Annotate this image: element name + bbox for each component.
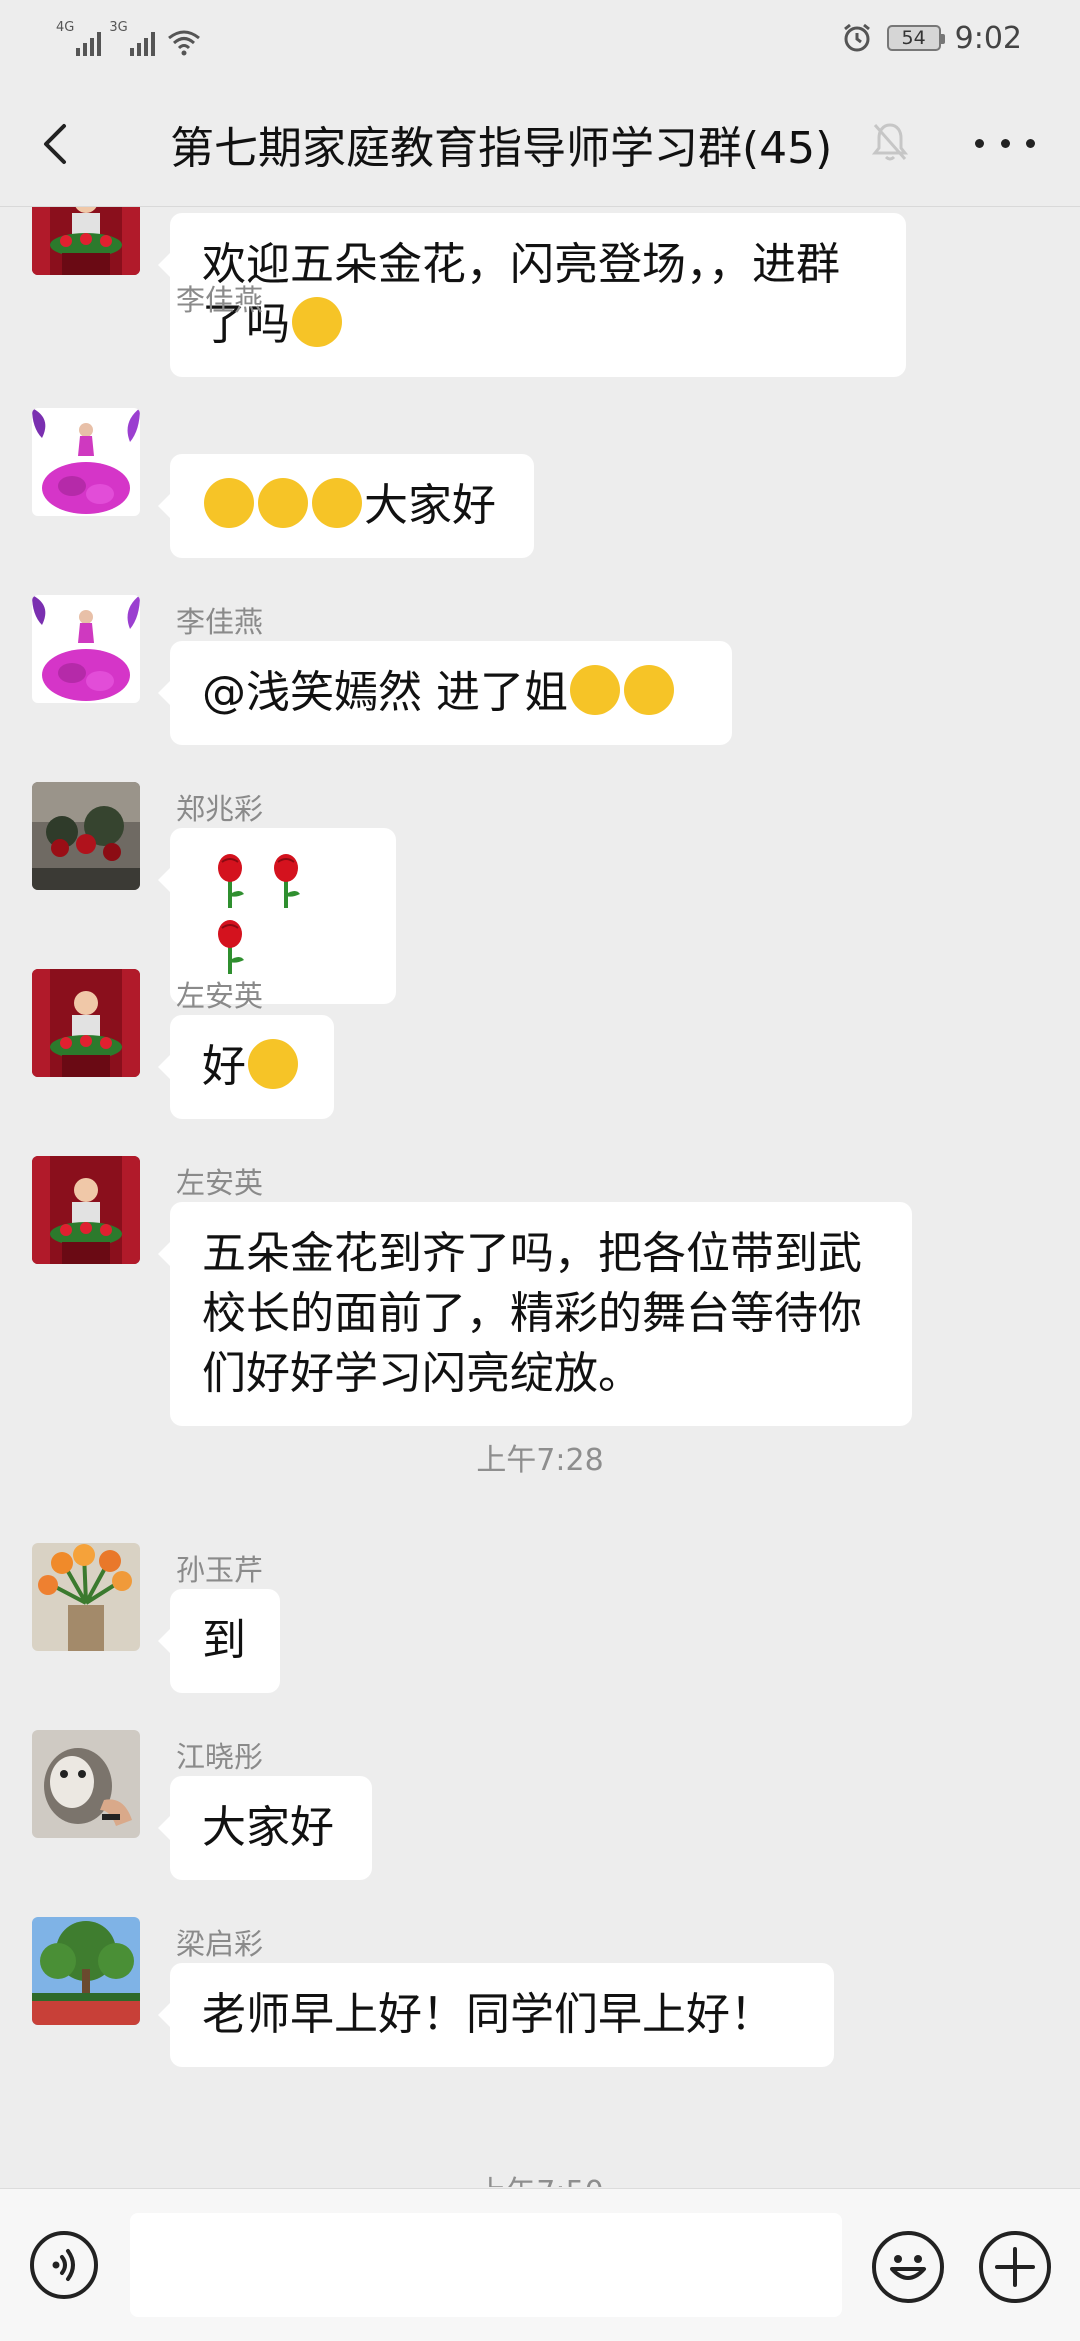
message-text: 大家好 [202, 1802, 334, 1853]
avatar[interactable] [32, 1730, 140, 1838]
message-text: @浅笑嫣然 进了姐 [202, 667, 568, 718]
rose-emoji-icon [218, 920, 244, 974]
message-text: 五朵金花到齐了吗，把各位带到武校长的面前了，精彩的舞台等待你们好好学习闪亮绽放。 [202, 1228, 862, 1399]
message-bubble[interactable]: 到 [158, 1589, 280, 1693]
avatar-image [32, 1917, 140, 2025]
hug-emoji-icon [258, 478, 308, 528]
signal-3g: 3G [109, 20, 155, 56]
avatar-image [32, 1156, 140, 1264]
hug-emoji-icon [204, 478, 254, 528]
rose-emoji-icon [218, 854, 244, 908]
voice-icon [52, 2249, 75, 2281]
message-text: 老师早上好！同学们早上好！ [202, 1989, 774, 2040]
signal-bars-icon [76, 32, 102, 56]
signal-4g: 4G [56, 20, 102, 56]
avatar-image [32, 408, 140, 516]
sender-name: 江晓彤 [176, 1740, 264, 1774]
chat-title: 第七期家庭教育指导师学习群(45) [170, 123, 833, 174]
signal-bars-icon [129, 32, 155, 56]
message-list[interactable]: 欢迎五朵金花，闪亮登场，，进群了吗 李佳燕 大家好 李佳燕 @浅笑嫣然 进了姐 … [0, 207, 1080, 2187]
message-bubble[interactable]: 好 [158, 1015, 334, 1119]
dot-icon [1000, 138, 1010, 148]
message-bubble[interactable]: 大家好 [158, 454, 534, 558]
smile-emoji-icon [570, 665, 620, 715]
message-text: 到 [202, 1615, 246, 1666]
smiley-icon [890, 2255, 926, 2280]
back-button[interactable] [30, 114, 80, 174]
chat-header: 第七期家庭教育指导师学习群(45) [0, 76, 1080, 207]
timestamp: 上午7:50 [0, 2167, 1080, 2187]
emoji-button[interactable] [872, 2231, 944, 2303]
timestamp: 上午7:28 [476, 1443, 604, 1478]
message-bubble[interactable]: 大家好 [158, 1776, 372, 1880]
sender-name: 孙玉芹 [176, 1553, 264, 1587]
avatar[interactable] [32, 408, 140, 516]
dot-icon [1026, 138, 1035, 148]
avatar[interactable] [32, 782, 140, 890]
smile-emoji-icon [624, 665, 674, 715]
signal-indicators: 4G 3G [56, 16, 201, 56]
status-bar: 4G 3G 54 9:02 [0, 0, 1080, 76]
message-input[interactable] [130, 2213, 842, 2317]
thinking-emoji-icon [292, 297, 342, 347]
message-bubble[interactable]: @浅笑嫣然 进了姐 [158, 641, 732, 745]
grin-emoji-icon [248, 1039, 298, 1089]
avatar[interactable] [32, 207, 140, 275]
add-more-button[interactable] [979, 2231, 1051, 2303]
sender-name: 李佳燕 [176, 605, 264, 639]
clock: 9:02 [954, 20, 1022, 56]
alarm-icon [843, 23, 870, 52]
avatar-image [32, 782, 140, 890]
more-options-button[interactable] [975, 128, 1035, 158]
rose-emoji-icon [274, 854, 300, 908]
avatar-image [32, 595, 140, 703]
avatar[interactable] [32, 1917, 140, 2025]
battery-icon: 54 [886, 25, 945, 51]
voice-input-button[interactable] [30, 2231, 98, 2299]
avatar-image [32, 1543, 140, 1651]
sender-name: 郑兆彩 [176, 792, 264, 826]
wifi-icon [167, 30, 200, 56]
avatar[interactable] [32, 595, 140, 703]
input-bar [0, 2188, 1080, 2341]
avatar-image [32, 1730, 140, 1838]
muted-bell-icon [871, 123, 909, 161]
hug-emoji-icon [312, 478, 362, 528]
status-right: 54 9:02 [841, 18, 1022, 58]
avatar-image [32, 969, 140, 1077]
dot-icon [975, 138, 984, 148]
network-type-label: 4G [56, 20, 75, 35]
sender-name: 左安英 [176, 1166, 264, 1200]
sender-name: 李佳燕 [176, 283, 264, 317]
avatar[interactable] [32, 969, 140, 1077]
avatar[interactable] [32, 1543, 140, 1651]
message-bubble[interactable]: 五朵金花到齐了吗，把各位带到武校长的面前了，精彩的舞台等待你们好好学习闪亮绽放。 [158, 1202, 912, 1426]
message-text: 好 [202, 1041, 246, 1092]
sender-name: 左安英 [176, 979, 264, 1013]
avatar-image [32, 207, 140, 275]
message-text: 大家好 [364, 480, 496, 531]
message-bubble[interactable]: 老师早上好！同学们早上好！ [158, 1963, 834, 2067]
sender-name: 梁启彩 [176, 1927, 264, 1961]
message-bubble[interactable]: 欢迎五朵金花，闪亮登场，，进群了吗 [158, 213, 906, 377]
network-type-label: 3G [109, 20, 128, 35]
avatar[interactable] [32, 1156, 140, 1264]
plus-icon [995, 2247, 1035, 2287]
